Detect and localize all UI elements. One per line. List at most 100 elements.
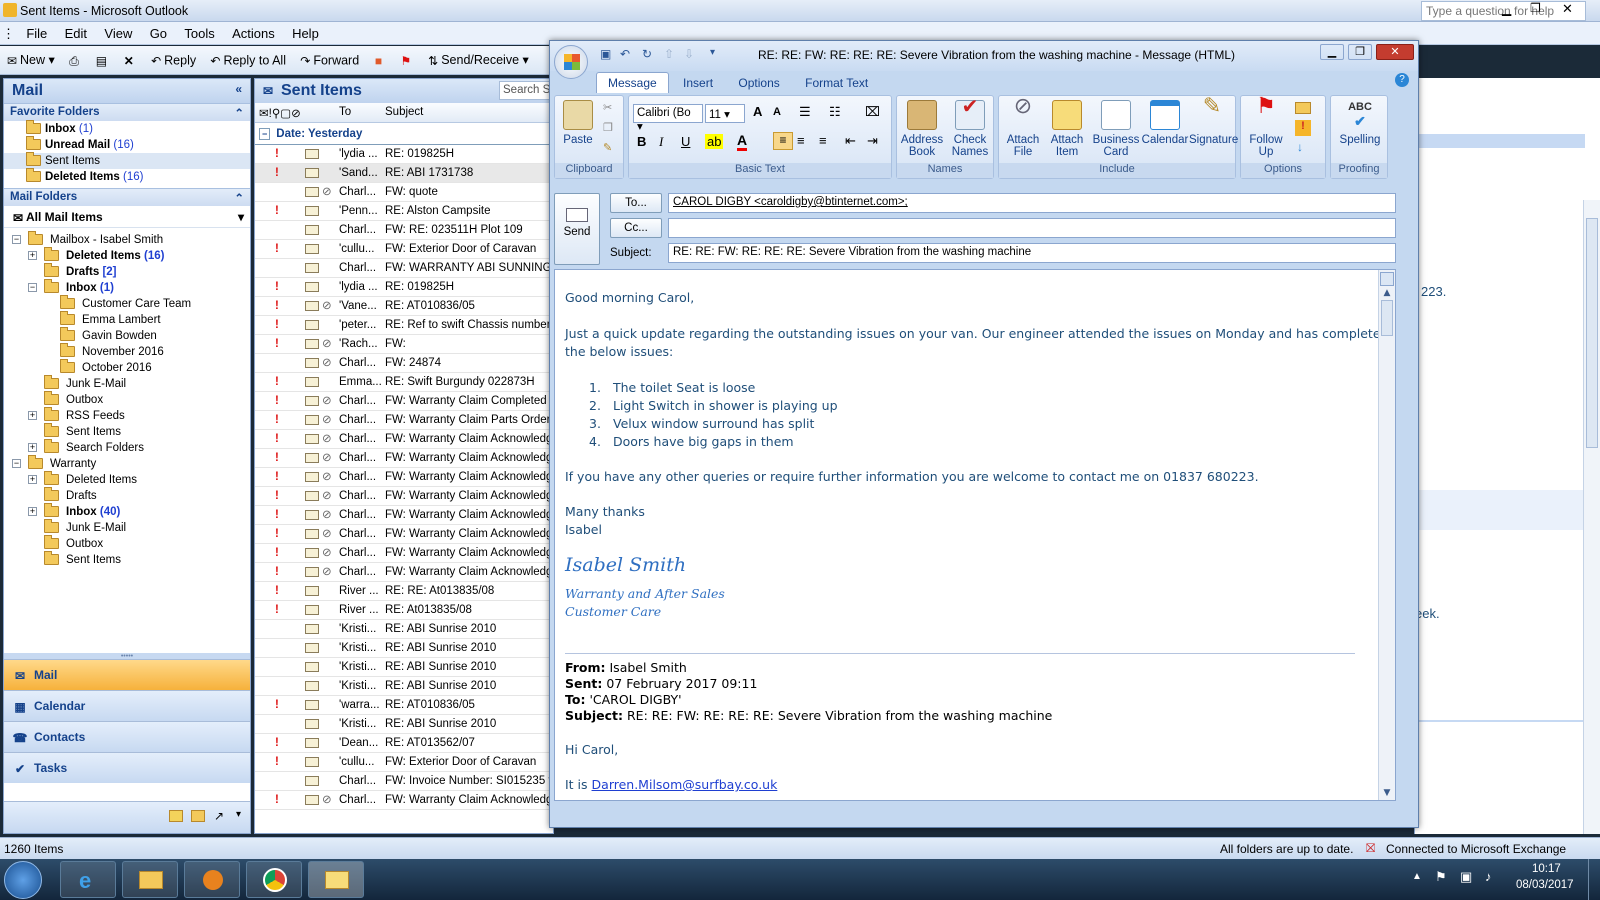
message-row[interactable]: ! ⊘ Charl... FW: Warranty Claim Acknowledg [255, 525, 553, 544]
folder-tree-item[interactable]: − Warranty [4, 455, 250, 472]
folder-tree-item[interactable]: Gavin Bowden [4, 327, 250, 344]
message-close-icon[interactable]: ✕ [1376, 44, 1414, 60]
message-row[interactable]: 'Kristi... RE: ABI Sunrise 2010 [255, 620, 553, 639]
follow-up-toolbar-button[interactable]: ⚑ [394, 47, 418, 69]
message-row[interactable]: ! 'cullu... FW: Exterior Door of Caravan [255, 240, 553, 259]
menu-file[interactable]: File [19, 22, 54, 41]
grow-font-icon[interactable]: A [753, 104, 762, 119]
tab-format-text[interactable]: Format Text [794, 73, 879, 93]
subject-column-header[interactable]: Subject [385, 106, 423, 118]
folder-tree-item[interactable]: Junk E-Mail [4, 519, 250, 536]
copy-icon[interactable]: ❐ [603, 121, 613, 134]
nav-button-tasks[interactable]: ✔ Tasks [4, 752, 250, 783]
tab-insert[interactable]: Insert [672, 73, 724, 93]
send-button[interactable]: Send [554, 193, 600, 265]
scroll-down-arrow-icon[interactable]: ▼ [1379, 788, 1395, 798]
message-row[interactable]: ! ⊘ Charl... FW: Warranty Claim Acknowledg [255, 468, 553, 487]
shrink-font-icon[interactable]: A [773, 106, 781, 118]
follow-up-button[interactable]: ⚑ Follow Up [1243, 95, 1289, 159]
expander-icon[interactable]: − [28, 283, 37, 292]
volume-icon[interactable]: ♪ [1485, 869, 1492, 884]
message-row[interactable]: ! ⊘ Charl... FW: Warranty Claim Acknowledg [255, 563, 553, 582]
forward-button[interactable]: ↷ Forward [293, 47, 363, 69]
folder-tree-item[interactable]: + Search Folders [4, 439, 250, 456]
to-column-header[interactable]: To [339, 106, 351, 118]
highlight-icon[interactable]: ab [705, 134, 724, 149]
email-link[interactable]: Darren.Milsom@surfbay.co.uk [592, 777, 778, 792]
undo-icon[interactable]: ↶ [620, 47, 630, 61]
message-row[interactable]: ! ⊘ Charl... FW: Warranty Claim Completed [255, 392, 553, 411]
menu-view[interactable]: View [97, 22, 139, 41]
underline-icon[interactable]: U [681, 134, 690, 149]
message-maximize-icon[interactable]: ❐ [1348, 44, 1372, 60]
search-input[interactable]: Search Se [499, 81, 553, 100]
redo-icon[interactable]: ↻ [642, 47, 652, 61]
favorite-folder[interactable]: Sent Items [4, 152, 250, 169]
connection-status[interactable]: Connected to Microsoft Exchange [1386, 842, 1566, 856]
bullets-icon[interactable]: ☰ [799, 104, 811, 120]
reading-scroll-thumb[interactable] [1586, 218, 1598, 448]
menu-go[interactable]: Go [143, 22, 174, 41]
folder-tree-item[interactable]: + Deleted Items (16) [4, 247, 250, 264]
folder-tree-item[interactable]: Emma Lambert [4, 311, 250, 328]
expander-icon[interactable]: + [28, 507, 37, 516]
message-row[interactable]: ! ⊘ Charl... FW: Warranty Claim Acknowledg [255, 449, 553, 468]
message-row[interactable]: 'Kristi... RE: ABI Sunrise 2010 [255, 677, 553, 696]
folder-tree-item[interactable]: Sent Items [4, 551, 250, 568]
categorize-button[interactable]: ■ [367, 47, 391, 69]
nav-button-contacts[interactable]: ☎ Contacts [4, 721, 250, 752]
reply-button[interactable]: ↶ Reply [144, 47, 200, 69]
scroll-thumb[interactable] [1381, 300, 1393, 336]
paste-button[interactable]: Paste [559, 100, 597, 146]
collapse-up-icon[interactable]: ⌃ [234, 191, 244, 205]
nav-button-calendar[interactable]: ▦ Calendar [4, 690, 250, 721]
tab-message[interactable]: Message [596, 72, 669, 93]
shortcuts-icon[interactable]: ↗ [214, 809, 224, 823]
address-book-button[interactable]: Address Book [899, 100, 945, 158]
message-row[interactable]: ⊘ Charl... FW: 24874 [255, 354, 553, 373]
font-size-select[interactable]: 11 ▾ [705, 104, 745, 123]
help-icon[interactable]: ? [1395, 73, 1409, 87]
cc-field[interactable] [668, 218, 1396, 238]
move-button[interactable]: ▤ [89, 47, 113, 69]
attach-item-button[interactable]: Attach Item [1045, 100, 1089, 158]
print-button[interactable]: ⎙ [62, 47, 86, 69]
menu-help[interactable]: Help [285, 22, 326, 41]
increase-indent-icon[interactable]: ⇥ [867, 133, 878, 149]
message-row[interactable]: ! ⊘ Charl... FW: Warranty Claim Acknowledg [255, 544, 553, 563]
scroll-up-arrow-icon[interactable]: ▲ [1379, 288, 1395, 298]
message-body[interactable]: Good morning Carol, Just a quick update … [554, 269, 1396, 801]
message-row[interactable]: Charl... FW: Invoice Number: SI015235 fo [255, 772, 553, 791]
action-center-icon[interactable]: ⚑ [1435, 869, 1447, 885]
message-row[interactable]: ! 'cullu... FW: Exterior Door of Caravan [255, 753, 553, 772]
taskbar-ie[interactable]: e [60, 861, 116, 898]
folder-tree-item[interactable]: Customer Care Team [4, 295, 250, 312]
permission-icon[interactable] [1295, 102, 1311, 114]
favorites-header[interactable]: Favorite Folders ⌃ [4, 103, 250, 121]
spelling-button[interactable]: ABC ✔ Spelling [1335, 100, 1385, 146]
folder-tree-item[interactable]: − Mailbox - Isabel Smith [4, 231, 250, 248]
reading-scrollbar[interactable] [1583, 200, 1600, 834]
favorite-folder[interactable]: Deleted Items (16) [4, 168, 250, 185]
show-desktop-button[interactable] [1588, 859, 1600, 900]
send-receive-button[interactable]: ⇅ Send/Receive ▾ [421, 46, 533, 69]
menu-tools[interactable]: Tools [177, 22, 221, 41]
expander-icon[interactable]: + [28, 251, 37, 260]
message-row[interactable]: 'Kristi... RE: ABI Sunrise 2010 [255, 658, 553, 677]
favorite-folder[interactable]: Unread Mail (16) [4, 136, 250, 153]
message-row[interactable]: ! 'Penn... RE: Alston Campsite [255, 202, 553, 221]
folder-list-icon[interactable] [191, 810, 205, 822]
message-row[interactable]: ! ⊘ Charl... FW: Warranty Claim Acknowledg [255, 430, 553, 449]
message-row[interactable]: ! ⊘ Charl... FW: Warranty Claim Parts Order… [255, 411, 553, 430]
folder-tree-item[interactable]: − Inbox (1) [4, 279, 250, 296]
align-center-icon[interactable]: ≡ [797, 133, 805, 148]
network-icon[interactable]: ▣ [1460, 869, 1472, 885]
message-row[interactable]: ! Emma... RE: Swift Burgundy 022873H [255, 373, 553, 392]
expander-icon[interactable]: + [28, 443, 37, 452]
message-row[interactable]: 'Kristi... RE: ABI Sunrise 2010 [255, 639, 553, 658]
expander-icon[interactable]: − [12, 459, 21, 468]
notes-icon[interactable] [169, 810, 183, 822]
cut-icon[interactable]: ✂ [603, 101, 612, 114]
font-color-icon[interactable]: A [737, 132, 748, 151]
taskbar-outlook[interactable] [308, 861, 364, 898]
